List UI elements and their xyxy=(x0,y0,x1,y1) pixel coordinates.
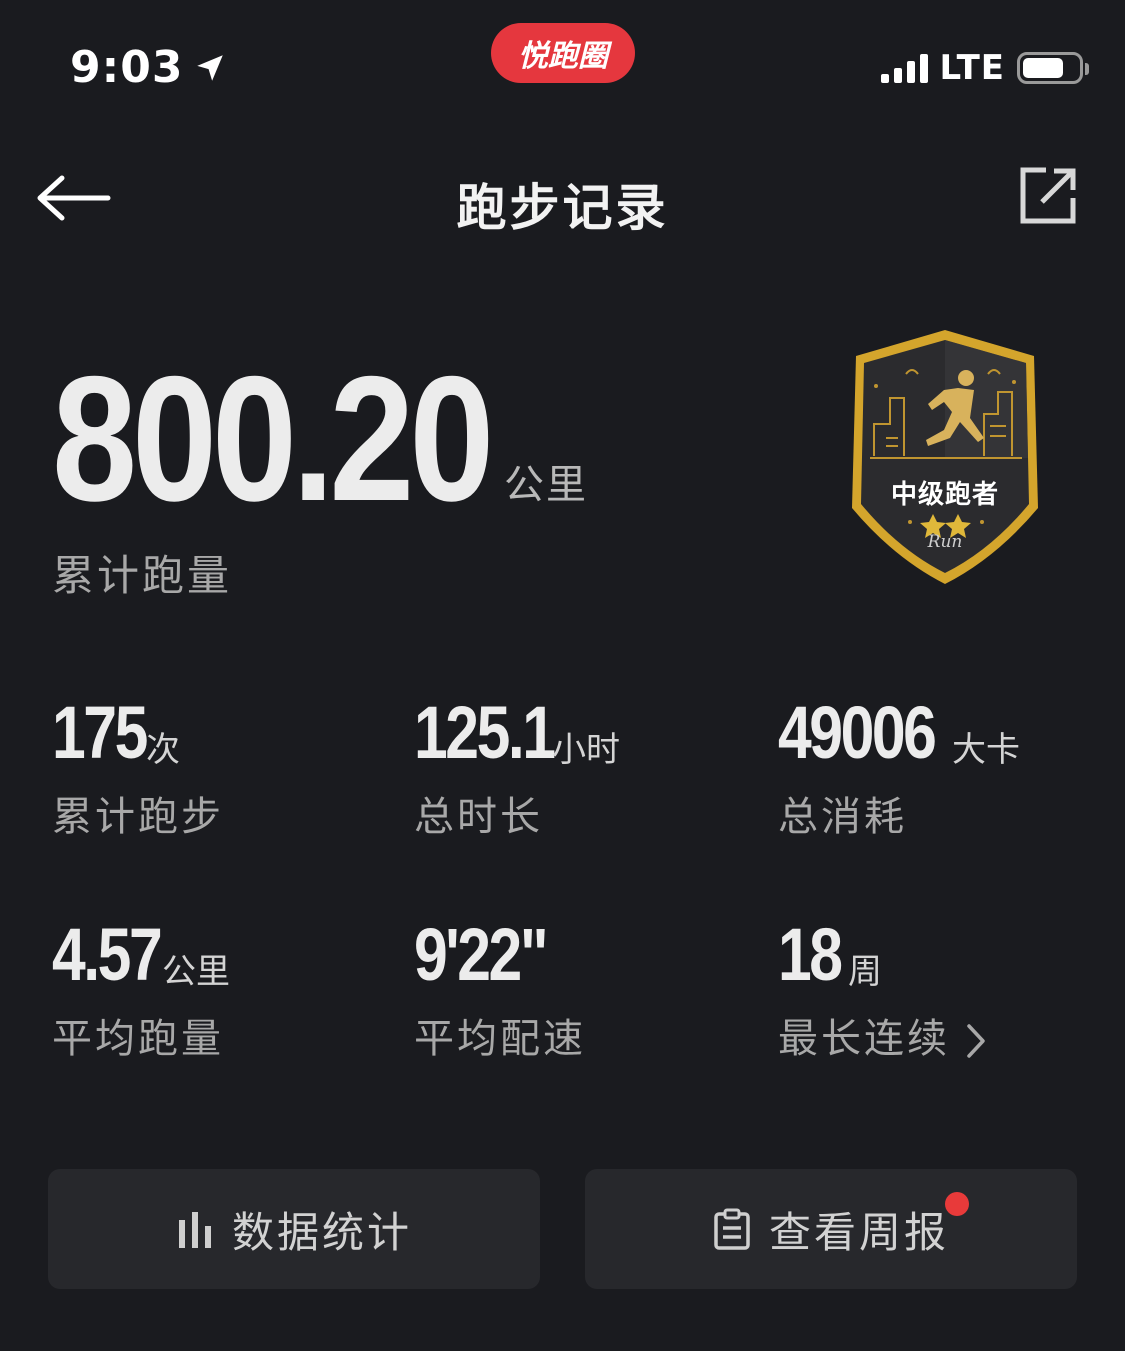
total-distance-label: 累计跑量 xyxy=(52,551,233,600)
signal-icon xyxy=(880,53,928,83)
badge-title: 中级跑者 xyxy=(890,480,999,510)
stat-unit: 大卡 xyxy=(952,730,1020,770)
stat-total-time: 125.1 小时 总时长 xyxy=(414,691,620,841)
stat-avg-distance: 4.57 公里 平均跑量 xyxy=(52,913,230,1063)
location-arrow-icon xyxy=(197,54,224,81)
stat-avg-pace: 9'22" 平均配速 xyxy=(414,913,583,1063)
bar-chart-icon xyxy=(178,1212,211,1248)
status-bar: 9:03 悦跑圈 LTE xyxy=(0,0,1125,130)
clipboard-icon xyxy=(714,1208,750,1250)
stat-value: 4.57 xyxy=(52,913,163,996)
status-indicators: LTE xyxy=(880,48,1089,88)
stat-unit: 次 xyxy=(146,730,180,770)
stat-label: 总时长 xyxy=(414,794,543,840)
stat-label: 平均跑量 xyxy=(52,1016,224,1062)
stat-value: 125.1 xyxy=(414,691,556,774)
runner-level-badge[interactable]: 中级跑者 Run xyxy=(846,326,1044,588)
stat-value: 9'22" xyxy=(414,913,549,996)
status-time-text: 9:03 xyxy=(70,42,184,93)
stat-unit: 公里 xyxy=(162,952,230,992)
stat-value: 175 xyxy=(52,691,148,774)
stat-longest-streak[interactable]: 18 周 最长连续 xyxy=(778,913,985,1062)
stat-label: 累计跑步 xyxy=(52,794,224,840)
page-title: 跑步记录 xyxy=(456,179,669,237)
weekly-report-button[interactable]: 查看周报 xyxy=(585,1169,1077,1289)
status-time: 9:03 xyxy=(70,42,227,93)
stat-unit: 周 xyxy=(848,952,882,992)
stat-total-calories: 49006 大卡 总消耗 xyxy=(778,691,1020,841)
chevron-right-icon xyxy=(967,1024,985,1058)
app-indicator-pill[interactable]: 悦跑圈 xyxy=(491,23,635,83)
stat-total-runs: 175 次 累计跑步 xyxy=(52,691,221,841)
data-stats-button[interactable]: 数据统计 xyxy=(48,1169,540,1289)
badge-script: Run xyxy=(927,532,963,552)
weekly-report-label: 查看周报 xyxy=(768,1207,949,1257)
stat-label-row: 最长连续 xyxy=(778,1006,986,1064)
notification-dot xyxy=(945,1192,969,1216)
stat-value: 49006 xyxy=(778,691,937,774)
stat-label: 平均配速 xyxy=(414,1016,586,1062)
data-stats-label: 数据统计 xyxy=(231,1207,412,1257)
share-icon[interactable] xyxy=(1016,164,1080,228)
battery-icon xyxy=(1017,52,1089,84)
network-type: LTE xyxy=(939,48,1005,88)
stat-label: 总消耗 xyxy=(778,794,907,840)
total-distance-value: 800.20 xyxy=(52,339,494,538)
total-distance-unit: 公里 xyxy=(504,462,588,508)
stat-label: 最长连续 xyxy=(778,1016,950,1062)
stat-unit: 小时 xyxy=(552,730,620,770)
stat-value: 18 xyxy=(778,913,843,996)
